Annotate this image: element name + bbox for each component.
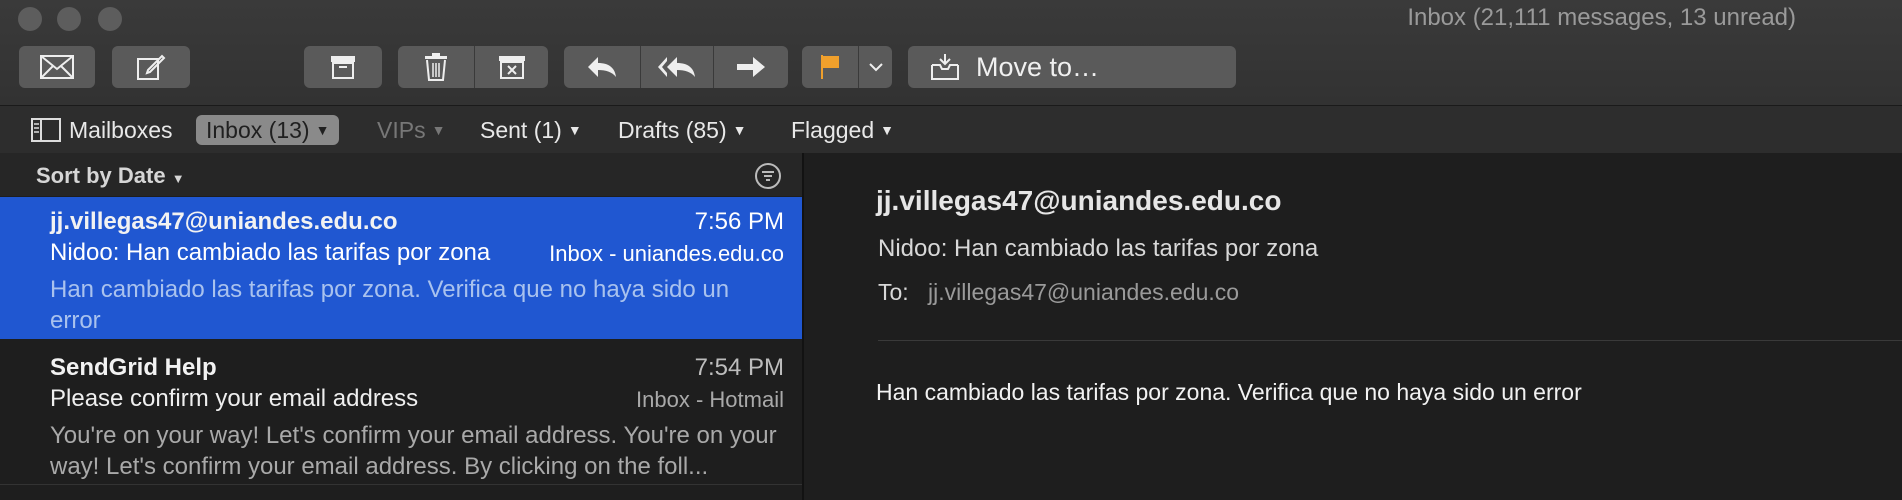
chevron-down-icon: ▼ bbox=[732, 122, 747, 138]
fav-vips[interactable]: VIPs ▼ bbox=[377, 115, 445, 145]
reply-all-button[interactable] bbox=[640, 46, 713, 88]
flag-menu-button[interactable] bbox=[858, 46, 892, 88]
message-mailbox: Inbox - Hotmail bbox=[636, 387, 784, 412]
chevron-down-icon: ▼ bbox=[171, 171, 185, 186]
message-time: 7:56 PM bbox=[694, 208, 784, 235]
window-title: Inbox (21,111 messages, 13 unread) bbox=[1407, 4, 1796, 31]
chevron-down-icon: ▼ bbox=[880, 122, 894, 138]
archive-button[interactable] bbox=[304, 46, 382, 88]
reader-subject: Nidoo: Han cambiado las tarifas por zona bbox=[878, 235, 1319, 262]
fav-inbox-label: Inbox (13) bbox=[206, 116, 310, 143]
fav-vips-label: VIPs bbox=[377, 116, 426, 143]
minimize-window-button[interactable] bbox=[57, 7, 81, 31]
message-sender: SendGrid Help bbox=[50, 354, 217, 381]
delete-button[interactable] bbox=[398, 46, 474, 88]
mailboxes-button[interactable]: Mailboxes bbox=[31, 115, 173, 145]
list-item[interactable]: jj.villegas47@uniandes.edu.co 7:56 PM Ni… bbox=[0, 197, 802, 339]
move-to-icon bbox=[931, 54, 959, 80]
reply-button[interactable] bbox=[564, 46, 640, 88]
message-subject: Nidoo: Han cambiado las tarifas por zona bbox=[50, 239, 491, 266]
reader-to-label: To: bbox=[878, 279, 909, 305]
flag-button[interactable] bbox=[802, 46, 858, 88]
message-preview: You're on your way! Let's confirm your e… bbox=[50, 422, 777, 480]
reader-sender: jj.villegas47@uniandes.edu.co bbox=[876, 185, 1282, 216]
delete-junk-group bbox=[398, 46, 548, 88]
junk-icon bbox=[498, 56, 525, 79]
chevron-down-icon: ▼ bbox=[567, 122, 582, 138]
compose-icon bbox=[137, 54, 166, 80]
sort-label: Sort by Date bbox=[36, 163, 166, 188]
filter-icon[interactable] bbox=[754, 162, 782, 190]
reading-pane: jj.villegas47@uniandes.edu.co Nidoo: Han… bbox=[804, 153, 1902, 500]
flag-icon bbox=[821, 55, 839, 79]
message-subject: Please confirm your email address bbox=[50, 385, 419, 412]
message-preview: Han cambiado las tarifas por zona. Verif… bbox=[50, 276, 730, 334]
favorites-bar: Mailboxes Inbox (13) ▼ VIPs ▼ Sent (1) ▼ Dr… bbox=[0, 105, 1902, 154]
reader-body: Han cambiado las tarifas por zona. Verif… bbox=[876, 379, 1582, 405]
message-time: 7:54 PM bbox=[694, 354, 784, 381]
fav-flagged-label: Flagged bbox=[791, 116, 875, 143]
message-mailbox: Inbox - uniandes.edu.co bbox=[549, 241, 784, 266]
forward-button[interactable] bbox=[713, 46, 788, 88]
chevron-down-icon bbox=[868, 63, 883, 72]
compose-button[interactable] bbox=[112, 46, 190, 88]
envelope-icon bbox=[40, 55, 74, 79]
reply-all-icon bbox=[658, 57, 695, 77]
fav-sent[interactable]: Sent (1) ▼ bbox=[480, 115, 582, 145]
close-window-button[interactable] bbox=[18, 7, 42, 31]
forward-arrow-icon bbox=[737, 57, 765, 77]
sort-by-date-button[interactable]: Sort by Date ▼ bbox=[36, 163, 185, 189]
chevron-down-icon: ▼ bbox=[431, 122, 446, 138]
fav-sent-label: Sent (1) bbox=[480, 116, 562, 143]
fav-inbox[interactable]: Inbox (13) ▼ bbox=[196, 115, 340, 145]
fav-drafts-label: Drafts (85) bbox=[618, 116, 727, 143]
toolbar: Inbox (21,111 messages, 13 unread) Move … bbox=[0, 0, 1902, 105]
reply-forward-group bbox=[564, 46, 788, 88]
fav-drafts[interactable]: Drafts (85) ▼ bbox=[618, 115, 747, 145]
move-to-button[interactable]: Move to… bbox=[908, 46, 1236, 88]
move-to-label: Move to… bbox=[976, 51, 1100, 82]
fav-flagged[interactable]: Flagged ▼ bbox=[791, 115, 894, 145]
message-sender: jj.villegas47@uniandes.edu.co bbox=[50, 208, 398, 235]
header-divider bbox=[878, 340, 1902, 341]
flag-group bbox=[802, 46, 892, 88]
trash-icon bbox=[425, 53, 447, 81]
reply-icon bbox=[588, 57, 616, 77]
junk-button[interactable] bbox=[474, 46, 548, 88]
list-item[interactable]: SendGrid Help 7:54 PM Please confirm you… bbox=[0, 343, 802, 485]
archive-icon bbox=[331, 56, 355, 79]
message-list: Sort by Date ▼ jj.villegas47@uniandes.ed… bbox=[0, 153, 804, 500]
chevron-down-icon: ▼ bbox=[315, 122, 330, 138]
get-mail-button[interactable] bbox=[19, 46, 95, 88]
sort-bar: Sort by Date ▼ bbox=[0, 153, 802, 196]
reader-recipient[interactable]: jj.villegas47@uniandes.edu.co bbox=[928, 279, 1239, 306]
zoom-window-button[interactable] bbox=[98, 7, 122, 31]
sidebar-icon bbox=[31, 118, 61, 142]
mailboxes-label: Mailboxes bbox=[69, 116, 173, 143]
